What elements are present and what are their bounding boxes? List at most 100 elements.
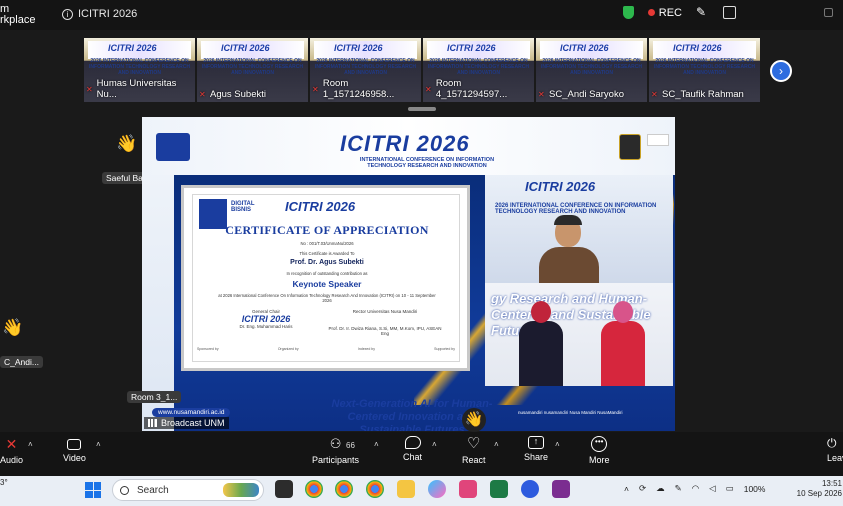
host-head — [613, 301, 633, 323]
sig1-logo: ICITRI 2026 — [241, 314, 291, 324]
participants-count: 66 — [346, 441, 355, 450]
tile-name-label: ✕ Agus Subekti — [199, 89, 266, 100]
participant-tile[interactable]: ICITRI 2026 2026 INTERNATIONAL CONFERENC… — [197, 38, 308, 102]
chat-button[interactable]: Chat — [403, 436, 422, 462]
audio-button[interactable]: ✕ Audio — [0, 436, 23, 465]
tile-name-label: ✕ Humas Universitas Nu... — [86, 78, 195, 100]
participant-tile[interactable]: ICITRI 2026 2026 INTERNATIONAL CONFERENC… — [84, 38, 195, 102]
file-explorer-icon[interactable] — [397, 480, 415, 498]
participants-caret-icon[interactable]: ˄ — [374, 440, 379, 449]
meeting-info[interactable]: i ICITRI 2026 — [62, 8, 137, 20]
chrome-icon[interactable] — [366, 480, 384, 498]
leave-label: Leav — [827, 453, 843, 463]
cert-indexed: Indexed by — [357, 347, 375, 351]
tile-name-label: ✕ SC_Taufik Rahman — [651, 89, 744, 100]
sig1-name: Dr. Eng. Muhammad Haris — [239, 324, 293, 329]
unm-logo-icon — [156, 133, 190, 161]
participant-tile[interactable]: ICITRI 2026 2026 INTERNATIONAL CONFERENC… — [649, 38, 760, 102]
wave-hand-icon: 👋 — [2, 318, 24, 337]
host-figure — [601, 301, 645, 386]
zoom-icon[interactable] — [521, 480, 539, 498]
refresh-icon[interactable]: ⟳ — [639, 483, 646, 494]
speaker-body — [539, 247, 599, 283]
chrome-icon[interactable] — [305, 480, 323, 498]
audio-caret-icon[interactable]: ˄ — [28, 440, 33, 449]
tile-logo: ICITRI 2026 — [560, 43, 609, 53]
leave-icon: ⏻ — [827, 436, 837, 450]
participant-tile[interactable]: ICITRI 2026 2026 INTERNATIONAL CONFERENC… — [423, 38, 534, 102]
signal-bars-icon — [148, 419, 157, 427]
excel-icon[interactable] — [490, 480, 508, 498]
host-body — [601, 321, 645, 386]
mic-muted-icon: ✕ — [651, 90, 658, 99]
app-icon[interactable] — [552, 480, 570, 498]
share-drag-handle[interactable] — [408, 107, 436, 111]
meeting-title: ICITRI 2026 — [78, 8, 138, 20]
tile-conference-banner: ICITRI 2026 — [201, 41, 304, 59]
restore-icon[interactable] — [824, 8, 833, 17]
search-icon — [120, 485, 129, 495]
shared-screen: ICITRI 2026 INTERNATIONAL CONFERENCE ON … — [142, 117, 675, 431]
react-label: React — [462, 455, 486, 465]
icitri-logo: ICITRI 2026 — [340, 131, 470, 156]
weather-widget[interactable]: 3° — [0, 478, 8, 487]
icitri-subtitle: INTERNATIONAL CONFERENCE ON INFORMATION … — [359, 157, 495, 169]
audio-label: Audio — [0, 455, 24, 465]
battery-percent: 100% — [743, 483, 766, 494]
battery-icon[interactable]: ▭ — [726, 483, 734, 494]
participant-tile[interactable]: ICITRI 2026 2026 INTERNATIONAL CONFERENC… — [310, 38, 421, 102]
more-button[interactable]: ••• More — [589, 436, 610, 465]
onedrive-icon[interactable]: ☁ — [656, 483, 665, 494]
mic-muted-icon: ✕ — [199, 90, 206, 99]
info-icon: i — [62, 8, 73, 20]
react-caret-icon[interactable]: ˄ — [494, 440, 499, 449]
recording-indicator[interactable]: REC — [647, 7, 682, 19]
host-body — [519, 321, 563, 386]
chat-caret-icon[interactable]: ˄ — [432, 440, 437, 449]
participants-label: Participants — [312, 455, 360, 465]
video-button[interactable]: Video — [63, 436, 86, 463]
cert-awarded: This Certificate is Awarded To — [299, 251, 355, 256]
taskbar-search[interactable]: Search — [112, 479, 264, 501]
cert-recipient-name: Prof. Dr. Agus Subekti — [290, 259, 364, 266]
chrome-icon[interactable] — [335, 480, 353, 498]
participant-name: SC_Andi Saryoko — [549, 89, 624, 100]
participant-name: SC_Taufik Rahman — [662, 89, 744, 100]
video-caret-icon[interactable]: ˄ — [96, 440, 101, 449]
broadcast-label: Broadcast UNM — [144, 417, 229, 429]
wifi-icon[interactable]: ◠ — [692, 483, 699, 494]
filmstrip-next-button[interactable]: › — [770, 60, 792, 82]
volume-icon[interactable]: ◁ — [709, 483, 716, 494]
video-logo: ICITRI 2026 — [525, 179, 596, 194]
camera-icon — [67, 439, 82, 450]
snipping-tool-icon[interactable] — [459, 480, 477, 498]
share-button[interactable]: ↑ Share — [524, 436, 548, 462]
task-view-icon[interactable] — [275, 480, 293, 498]
chevron-up-icon[interactable]: ˄ — [624, 484, 629, 494]
participant-label[interactable]: C_Andi... — [0, 356, 43, 368]
tile-logo: ICITRI 2026 — [221, 43, 270, 53]
tile-logo: ICITRI 2026 — [108, 43, 157, 53]
tile-banner-text: 2026 INTERNATIONAL CONFERENCE ON INFORMA… — [315, 58, 416, 76]
participant-name: Agus Subekti — [210, 89, 266, 100]
speaker-hair — [554, 215, 582, 225]
tile-conference-banner: ICITRI 2026 — [540, 41, 643, 59]
leave-button[interactable]: ⏻ Leav — [827, 436, 843, 463]
react-button[interactable]: ♡ React — [462, 436, 486, 465]
copilot-icon[interactable] — [428, 480, 446, 498]
shield-icon[interactable] — [622, 6, 634, 19]
share-caret-icon[interactable]: ˄ — [555, 440, 560, 449]
sig2-name: Prof. Dr. Ir. Dwiza Riana, S.Si, MM, M.K… — [328, 326, 442, 336]
participant-filmstrip: ICITRI 2026 2026 INTERNATIONAL CONFERENC… — [84, 38, 760, 102]
app-brand: m rkplace — [0, 4, 35, 26]
tile-name-label: ✕ Room 1_1571246958... — [312, 78, 421, 100]
social-handles: nusamandiri nusamandiri Nusa Mandiri Nus… — [518, 410, 623, 415]
layout-icon[interactable] — [723, 6, 736, 19]
annotate-icon[interactable]: ✎ — [696, 6, 709, 19]
tile-logo: ICITRI 2026 — [447, 43, 496, 53]
windows-start-icon[interactable] — [85, 482, 101, 498]
taskbar-clock[interactable]: 13:51 10 Sep 2026 — [796, 479, 842, 499]
participant-label[interactable]: Room 3_1... — [127, 391, 182, 403]
pen-icon[interactable]: ✎ — [675, 483, 682, 494]
participant-tile[interactable]: ICITRI 2026 2026 INTERNATIONAL CONFERENC… — [536, 38, 647, 102]
